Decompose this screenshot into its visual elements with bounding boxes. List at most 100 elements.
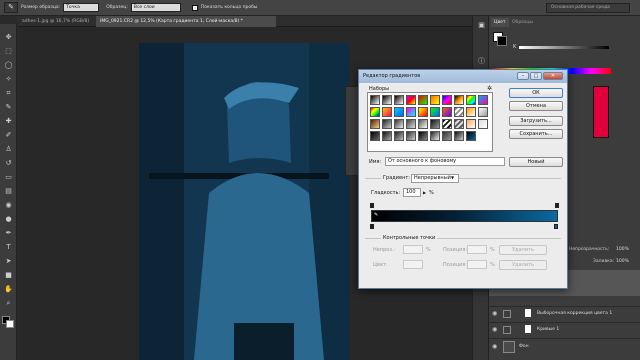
workspace-select[interactable]: Основная рабочая среда — [546, 3, 630, 13]
preset-swatch[interactable] — [394, 119, 404, 129]
cancel-button[interactable]: Отмена — [509, 101, 563, 111]
history-brush-icon[interactable]: ↺ — [3, 158, 14, 169]
preset-swatch[interactable] — [466, 95, 476, 105]
chevron-right-icon[interactable]: ▶ — [423, 190, 426, 195]
preset-swatch[interactable] — [382, 95, 392, 105]
preset-swatch[interactable] — [394, 131, 404, 141]
doc-tab-adhes[interactable]: adhes-1.jpg @ 16,7% (RGB/8) — [18, 16, 94, 27]
preset-swatch[interactable] — [466, 131, 476, 141]
eye-icon[interactable]: ◉ — [492, 326, 497, 333]
new-button[interactable]: Новый — [509, 157, 563, 167]
preset-swatch[interactable] — [442, 131, 452, 141]
eraser-icon[interactable]: ▭ — [3, 172, 14, 183]
history-icon[interactable]: ▣ — [476, 20, 487, 31]
healing-icon[interactable]: ✚ — [3, 116, 14, 127]
layer-row-selective-color[interactable]: ◉ Выборочная коррекция цвета 1 — [489, 306, 640, 320]
opacity-stop-right[interactable] — [555, 203, 559, 208]
presets-grid[interactable] — [367, 92, 493, 152]
eyedropper-icon[interactable]: ✎ — [3, 102, 14, 113]
preset-swatch[interactable] — [478, 95, 488, 105]
eyedropper-tool-preset-icon[interactable]: ✎ — [4, 2, 18, 13]
info-icon[interactable]: ⓘ — [476, 56, 487, 67]
close-icon[interactable]: ✕ — [543, 72, 563, 80]
preset-swatch[interactable] — [466, 119, 476, 129]
sample-size-select[interactable]: Точка — [63, 3, 100, 12]
shape-icon[interactable]: ■ — [3, 270, 14, 281]
preset-swatch[interactable] — [466, 107, 476, 117]
background-color-swatch[interactable] — [6, 320, 14, 328]
ok-button[interactable]: ОК — [509, 88, 563, 98]
stop-opacity-input[interactable] — [403, 245, 423, 254]
preset-swatch[interactable] — [406, 131, 416, 141]
lasso-icon[interactable]: ◯ — [3, 60, 14, 71]
hand-icon[interactable]: ✋ — [3, 284, 14, 295]
opacity-stop-left[interactable] — [370, 203, 374, 208]
preset-swatch[interactable] — [382, 131, 392, 141]
preset-swatch[interactable] — [430, 95, 440, 105]
preset-swatch[interactable] — [430, 131, 440, 141]
preset-swatch[interactable] — [394, 107, 404, 117]
preset-swatch[interactable] — [418, 131, 428, 141]
pen-icon[interactable]: ✒ — [3, 228, 14, 239]
dodge-icon[interactable]: ● — [3, 214, 14, 225]
crop-icon[interactable]: ⌗ — [3, 88, 14, 99]
preset-swatch[interactable] — [370, 107, 380, 117]
preset-swatch[interactable] — [442, 107, 452, 117]
color-background-swatch[interactable] — [497, 36, 507, 46]
preset-swatch[interactable] — [430, 119, 440, 129]
load-button[interactable]: Загрузить... — [509, 116, 563, 126]
preset-swatch[interactable] — [430, 107, 440, 117]
gradient-preview-bar[interactable] — [371, 210, 558, 222]
preset-swatch[interactable] — [478, 107, 488, 117]
maximize-icon[interactable]: □ — [530, 72, 542, 80]
chevron-down-icon[interactable]: ▼ — [451, 175, 454, 180]
stop-position-input[interactable] — [467, 245, 487, 254]
preset-swatch[interactable] — [454, 119, 464, 129]
preset-swatch[interactable] — [454, 107, 464, 117]
tab-swatches[interactable]: Образцы — [509, 18, 536, 27]
preset-swatch[interactable] — [418, 119, 428, 129]
save-button[interactable]: Сохранить... — [509, 129, 563, 139]
brush-icon[interactable]: ✐ — [3, 130, 14, 141]
preset-swatch[interactable] — [418, 107, 428, 117]
eye-icon[interactable]: ◉ — [492, 343, 497, 350]
stop-color-swatch[interactable] — [403, 260, 423, 269]
delete-opacity-stop-button[interactable]: Удалить — [499, 245, 547, 255]
path-select-icon[interactable]: ➤ — [3, 256, 14, 267]
preset-swatch[interactable] — [394, 95, 404, 105]
preset-swatch[interactable] — [382, 107, 392, 117]
delete-color-stop-button[interactable]: Удалить — [499, 260, 547, 270]
preset-swatch[interactable] — [454, 95, 464, 105]
zoom-icon[interactable]: ⌕ — [3, 298, 14, 309]
layer-row-background[interactable]: ◉ Фон — [489, 338, 640, 354]
stamp-icon[interactable]: ♙ — [3, 144, 14, 155]
move-icon[interactable]: ✥ — [3, 32, 14, 43]
smoothness-input[interactable]: 100 — [403, 188, 421, 197]
presets-menu-icon[interactable]: ✲ — [487, 85, 492, 92]
document-image[interactable] — [139, 43, 349, 360]
blur-icon[interactable]: ◉ — [3, 200, 14, 211]
preset-swatch[interactable] — [382, 119, 392, 129]
color-stop-left[interactable] — [370, 224, 374, 229]
preset-swatch[interactable] — [418, 95, 428, 105]
gradient-icon[interactable]: ▤ — [3, 186, 14, 197]
preset-swatch[interactable] — [370, 95, 380, 105]
preset-swatch[interactable] — [442, 119, 452, 129]
fill-value[interactable]: 100% — [616, 259, 629, 264]
channel-slider[interactable] — [519, 46, 609, 49]
tab-color[interactable]: Цвет — [491, 18, 509, 27]
preset-swatch[interactable] — [406, 95, 416, 105]
show-ring-checkbox[interactable] — [191, 4, 198, 11]
doc-tab-img0921[interactable]: IMG_0921.CR2 @ 12,5% (Карта градиента 1,… — [96, 16, 276, 27]
minimize-icon[interactable]: – — [517, 72, 529, 80]
preset-swatch[interactable] — [406, 107, 416, 117]
eye-icon[interactable]: ◉ — [492, 310, 497, 317]
gradient-name-input[interactable]: От основного к фоновому — [385, 157, 505, 166]
preset-swatch[interactable] — [478, 119, 488, 129]
type-icon[interactable]: T — [3, 242, 14, 253]
preset-swatch[interactable] — [370, 119, 380, 129]
preset-swatch[interactable] — [442, 95, 452, 105]
sample-select[interactable]: Все слои — [130, 3, 181, 12]
preset-swatch[interactable] — [406, 119, 416, 129]
color-stop-right[interactable] — [554, 224, 558, 229]
